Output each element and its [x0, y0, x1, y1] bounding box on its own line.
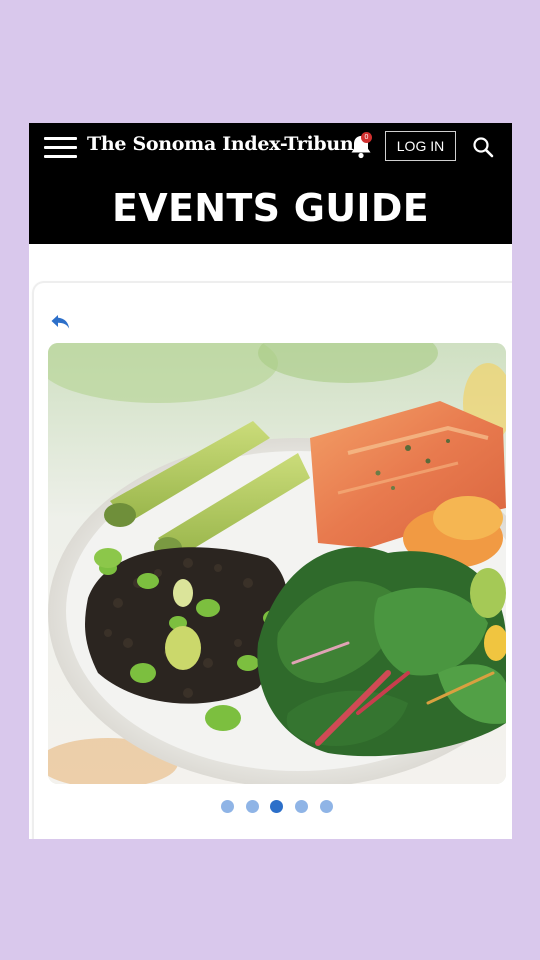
app-screen: The Sonoma Index-Tribune 0 LOG IN EVENTS… [29, 123, 512, 839]
login-button[interactable]: LOG IN [385, 131, 456, 161]
carousel-dot-1[interactable] [221, 800, 234, 813]
event-card [34, 283, 512, 839]
hamburger-menu-icon[interactable] [44, 137, 77, 159]
carousel-dot-4[interactable] [295, 800, 308, 813]
food-photo [48, 343, 506, 784]
back-button[interactable] [49, 311, 73, 335]
back-arrow-icon [51, 315, 70, 329]
carousel-dot-2[interactable] [246, 800, 259, 813]
site-header: The Sonoma Index-Tribune 0 LOG IN EVENTS… [29, 123, 512, 244]
carousel-pagination [34, 800, 512, 814]
search-button[interactable] [472, 136, 494, 158]
notifications-button[interactable]: 0 [349, 132, 373, 160]
search-icon [473, 137, 494, 158]
notification-badge: 0 [361, 132, 372, 143]
carousel-image[interactable] [48, 343, 506, 784]
site-logo[interactable]: The Sonoma Index-Tribune [87, 133, 365, 155]
carousel-dot-5[interactable] [320, 800, 333, 813]
page-title: EVENTS GUIDE [112, 186, 429, 230]
carousel-dot-3[interactable] [270, 800, 283, 813]
